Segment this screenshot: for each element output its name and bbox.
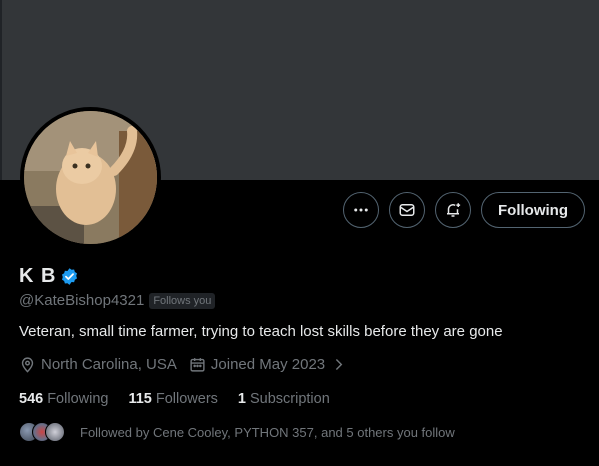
location-pin-icon	[21, 357, 34, 373]
followers-count: 115	[128, 391, 152, 407]
display-name: K B	[19, 265, 57, 287]
notifications-button[interactable]	[435, 192, 472, 228]
profile-avatar[interactable]	[20, 107, 161, 248]
avatar	[45, 422, 65, 442]
handle-row: @KateBishop4321 Follows you	[19, 292, 216, 309]
location: North Carolina, USA	[19, 356, 177, 373]
cat-photo	[24, 111, 157, 244]
profile-meta: North Carolina, USA Joined May 2023	[19, 356, 347, 373]
follow-counts: 546 Following 115 Followers 1 Subscripti…	[19, 391, 330, 407]
followers-label: Followers	[155, 391, 218, 407]
subscription-count: 1	[237, 391, 246, 407]
verified-badge-icon[interactable]	[60, 267, 79, 286]
name-row: K B	[19, 265, 79, 288]
followers-count-link[interactable]: 115 Followers	[128, 391, 217, 407]
profile-bio: Veteran, small time farmer, trying to te…	[19, 323, 503, 340]
following-count: 546	[19, 391, 44, 407]
message-button[interactable]	[389, 192, 426, 228]
follows-you-badge: Follows you	[149, 292, 216, 309]
mail-icon	[399, 204, 415, 216]
calendar-icon	[190, 358, 205, 372]
followed-by[interactable]: Followed by Cene Cooley, PYTHON 357, and…	[19, 422, 455, 442]
following-label: Following	[47, 391, 109, 407]
joined-date[interactable]: Joined May 2023	[189, 356, 347, 373]
chevron-right-icon	[336, 359, 343, 370]
following-button[interactable]: Following	[481, 192, 585, 228]
location-text: North Carolina, USA	[41, 356, 177, 373]
mutual-avatars	[19, 422, 65, 442]
followed-by-text: Followed by Cene Cooley, PYTHON 357, and…	[80, 424, 455, 440]
profile-actions: Following	[343, 192, 585, 228]
more-button[interactable]	[343, 192, 380, 228]
bell-plus-icon	[447, 203, 461, 217]
subscription-count-link[interactable]: 1 Subscription	[238, 391, 330, 407]
following-count-link[interactable]: 546 Following	[19, 391, 108, 407]
more-icon	[354, 208, 368, 212]
joined-text: Joined May 2023	[210, 356, 326, 373]
subscription-label: Subscription	[249, 391, 330, 407]
user-handle: @KateBishop4321	[19, 292, 145, 309]
